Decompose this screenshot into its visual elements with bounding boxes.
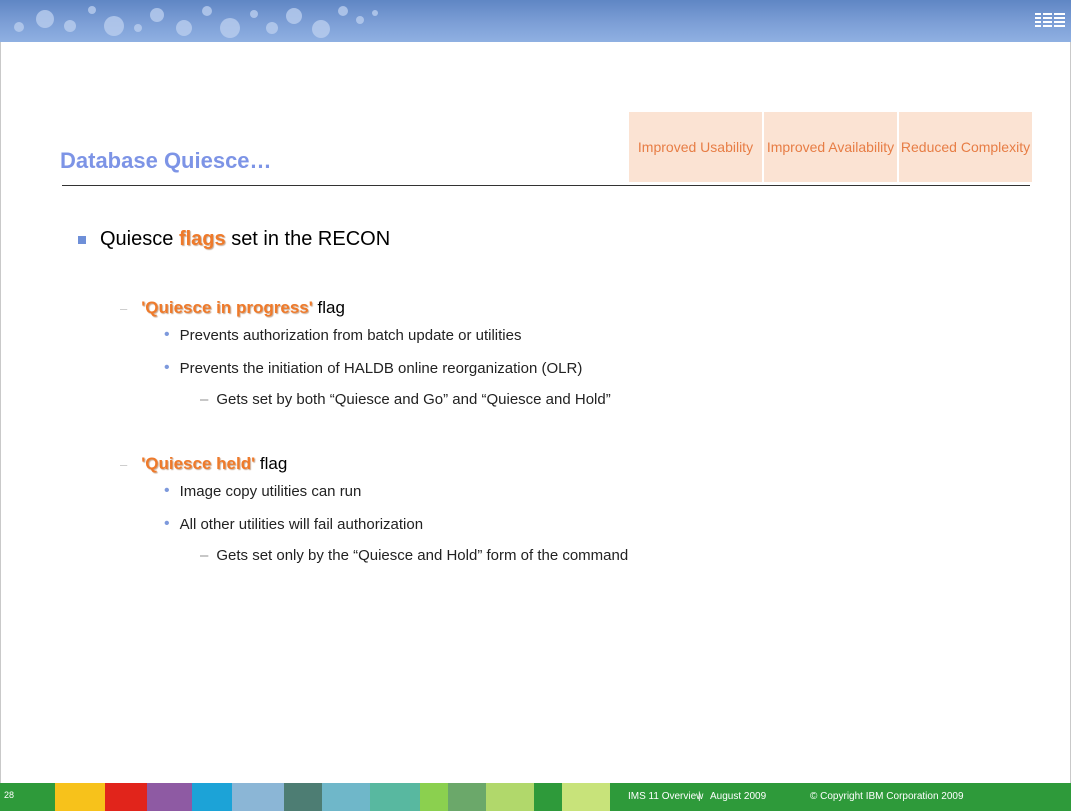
list-item: • Prevents the initiation of HALDB onlin…: [164, 359, 582, 377]
ibm-logo: [1035, 13, 1065, 27]
dot-bullet-icon: •: [164, 326, 170, 343]
dash-bullet-icon: –: [120, 456, 128, 472]
decor-dot: [64, 20, 76, 32]
dash-bullet-icon: –: [120, 300, 128, 316]
decor-dot: [266, 22, 278, 34]
footer-block: [448, 783, 486, 811]
footer-block: [147, 783, 192, 811]
footer-block: [105, 783, 147, 811]
footer-block: [232, 783, 284, 811]
title-divider: [62, 185, 1030, 186]
list-item: • All other utilities will fail authoriz…: [164, 515, 423, 533]
footer-block: [534, 783, 562, 811]
flag-quiesce-held: – 'Quiesce held' flag: [120, 454, 287, 474]
decor-dot: [36, 10, 54, 28]
list-item: • Image copy utilities can run: [164, 482, 361, 500]
dash-bullet-icon: –: [200, 547, 209, 564]
dash-bullet-icon: –: [200, 391, 209, 408]
tag-improved-usability: Improved Usability: [629, 112, 762, 182]
dot-bullet-icon: •: [164, 359, 170, 376]
bullet-text: Quiesce: [100, 228, 174, 250]
footer-date: August 2009: [710, 791, 767, 802]
list-item-text: All other utilities will fail authorizat…: [179, 515, 424, 533]
page-number: 28: [4, 790, 15, 800]
decor-dot: [312, 20, 330, 38]
flag-suffix: flag: [317, 298, 345, 317]
footer-block: [486, 783, 534, 811]
list-item-text: Prevents the initiation of HALDB online …: [179, 359, 583, 377]
decor-dot: [372, 10, 378, 16]
decor-dot: [202, 6, 212, 16]
sub-item-text: Gets set only by the “Quiesce and Hold” …: [216, 547, 629, 564]
decor-dot: [286, 8, 302, 24]
sub-item: – Gets set by both “Quiesce and Go” and …: [200, 391, 611, 408]
footer-block: [55, 783, 105, 811]
decor-dot: [88, 6, 96, 14]
flag-name: 'Quiesce held': [141, 454, 256, 473]
footer-course: IMS 11 Overview: [628, 791, 704, 802]
footer-block: [562, 783, 610, 811]
decor-dot: [338, 6, 348, 16]
dot-bullet-icon: •: [164, 515, 170, 532]
flag-suffix: flag: [259, 454, 288, 473]
header-banner: [0, 0, 1071, 42]
footer-separator: |: [698, 791, 701, 802]
dot-bullet-icon: •: [164, 482, 170, 499]
sub-item: – Gets set only by the “Quiesce and Hold…: [200, 547, 628, 564]
decor-dot: [356, 16, 364, 24]
decor-dot: [134, 24, 142, 32]
sub-item-text: Gets set by both “Quiesce and Go” and “Q…: [216, 391, 611, 408]
footer-block: [420, 783, 448, 811]
bullet-quiesce-flags: Quiesce flags set in the RECON: [78, 228, 390, 251]
footer-block: [192, 783, 232, 811]
slide-title: Database Quiesce…: [60, 148, 272, 173]
decor-dot: [176, 20, 192, 36]
flag-name: 'Quiesce in progress': [141, 298, 313, 317]
footer-copyright: © Copyright IBM Corporation 2009: [810, 791, 964, 802]
decor-dot: [104, 16, 124, 36]
footer-block: [370, 783, 420, 811]
footer-block: [284, 783, 322, 811]
decor-dot: [14, 22, 24, 32]
decor-dot: [150, 8, 164, 22]
list-item: • Prevents authorization from batch upda…: [164, 326, 521, 344]
square-bullet-icon: [78, 235, 86, 244]
decor-dot: [250, 10, 258, 18]
tag-reduced-complexity: Reduced Complexity: [899, 112, 1032, 182]
footer-bar: 28 IMS 11 Overview | August 2009 © Copyr…: [0, 783, 1071, 811]
highlight-flags: flags: [178, 228, 226, 250]
flag-quiesce-in-progress: – 'Quiesce in progress' flag: [120, 298, 345, 318]
bullet-text: set in the RECON: [231, 228, 391, 250]
footer-block: [322, 783, 370, 811]
tag-improved-availability: Improved Availability: [764, 112, 897, 182]
list-item-text: Prevents authorization from batch update…: [179, 326, 522, 344]
decor-dot: [220, 18, 240, 38]
list-item-text: Image copy utilities can run: [179, 482, 362, 500]
